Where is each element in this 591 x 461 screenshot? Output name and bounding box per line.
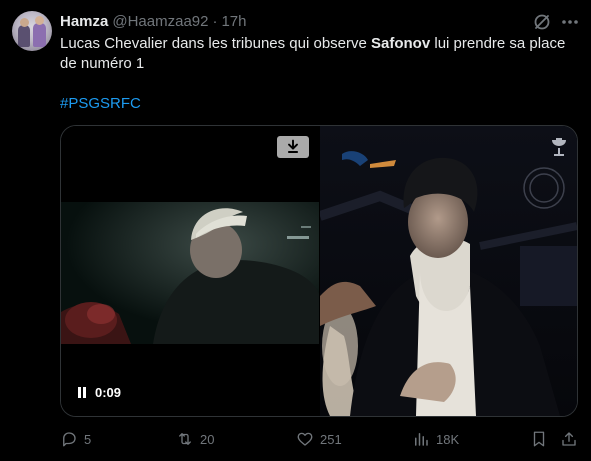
download-button[interactable] xyxy=(277,136,309,158)
tweet-header: Hamza @Haamzaa92 · 17h xyxy=(60,11,247,31)
pause-icon[interactable] xyxy=(77,387,87,398)
grok-icon[interactable] xyxy=(532,12,552,32)
avatar-figure xyxy=(33,23,46,47)
repost-button[interactable]: 20 xyxy=(176,428,214,450)
tweet-text-bold: Safonov xyxy=(371,35,431,52)
author-name[interactable]: Hamza xyxy=(60,13,108,30)
video-frame[interactable] xyxy=(61,202,319,344)
views-button[interactable]: 18K xyxy=(412,428,459,450)
views-count: 18K xyxy=(436,431,460,447)
share-icon xyxy=(562,432,576,446)
reply-button[interactable]: 5 xyxy=(60,428,91,450)
tweet-text: Lucas Chevalier dans les tribunes qui ob… xyxy=(60,34,570,74)
media-container[interactable]: 0:09 xyxy=(60,125,578,417)
video-pane[interactable]: 0:09 xyxy=(61,126,319,416)
avatar-figure xyxy=(35,16,44,25)
timestamp[interactable]: 17h xyxy=(221,13,246,30)
like-button[interactable]: 251 xyxy=(296,428,342,450)
repost-icon xyxy=(179,433,191,445)
hashtag-link[interactable]: #PSGSRFC xyxy=(60,94,141,114)
share-button[interactable] xyxy=(560,428,578,450)
views-icon xyxy=(415,433,428,446)
bookmark-icon xyxy=(533,431,545,447)
avatar[interactable] xyxy=(12,11,52,51)
bookmark-button[interactable] xyxy=(530,428,548,450)
download-icon xyxy=(288,139,298,153)
separator-dot: · xyxy=(212,12,218,30)
reply-icon xyxy=(63,432,76,447)
avatar-figure xyxy=(20,18,29,27)
like-icon xyxy=(297,432,313,446)
more-icon[interactable] xyxy=(560,12,580,32)
avatar-figure xyxy=(18,25,30,47)
repost-count: 20 xyxy=(200,431,215,447)
tweet-text-part: Lucas Chevalier dans les tribunes qui ob… xyxy=(60,35,372,52)
author-handle[interactable]: @Haamzaa92 xyxy=(112,13,208,30)
video-controls[interactable]: 0:09 xyxy=(77,385,121,400)
video-frame-right[interactable] xyxy=(320,126,577,416)
tweet-actions: 5 20 251 18K xyxy=(60,428,580,450)
video-elapsed-time: 0:09 xyxy=(95,385,122,400)
like-count: 251 xyxy=(320,431,342,447)
reply-count: 5 xyxy=(84,431,92,447)
